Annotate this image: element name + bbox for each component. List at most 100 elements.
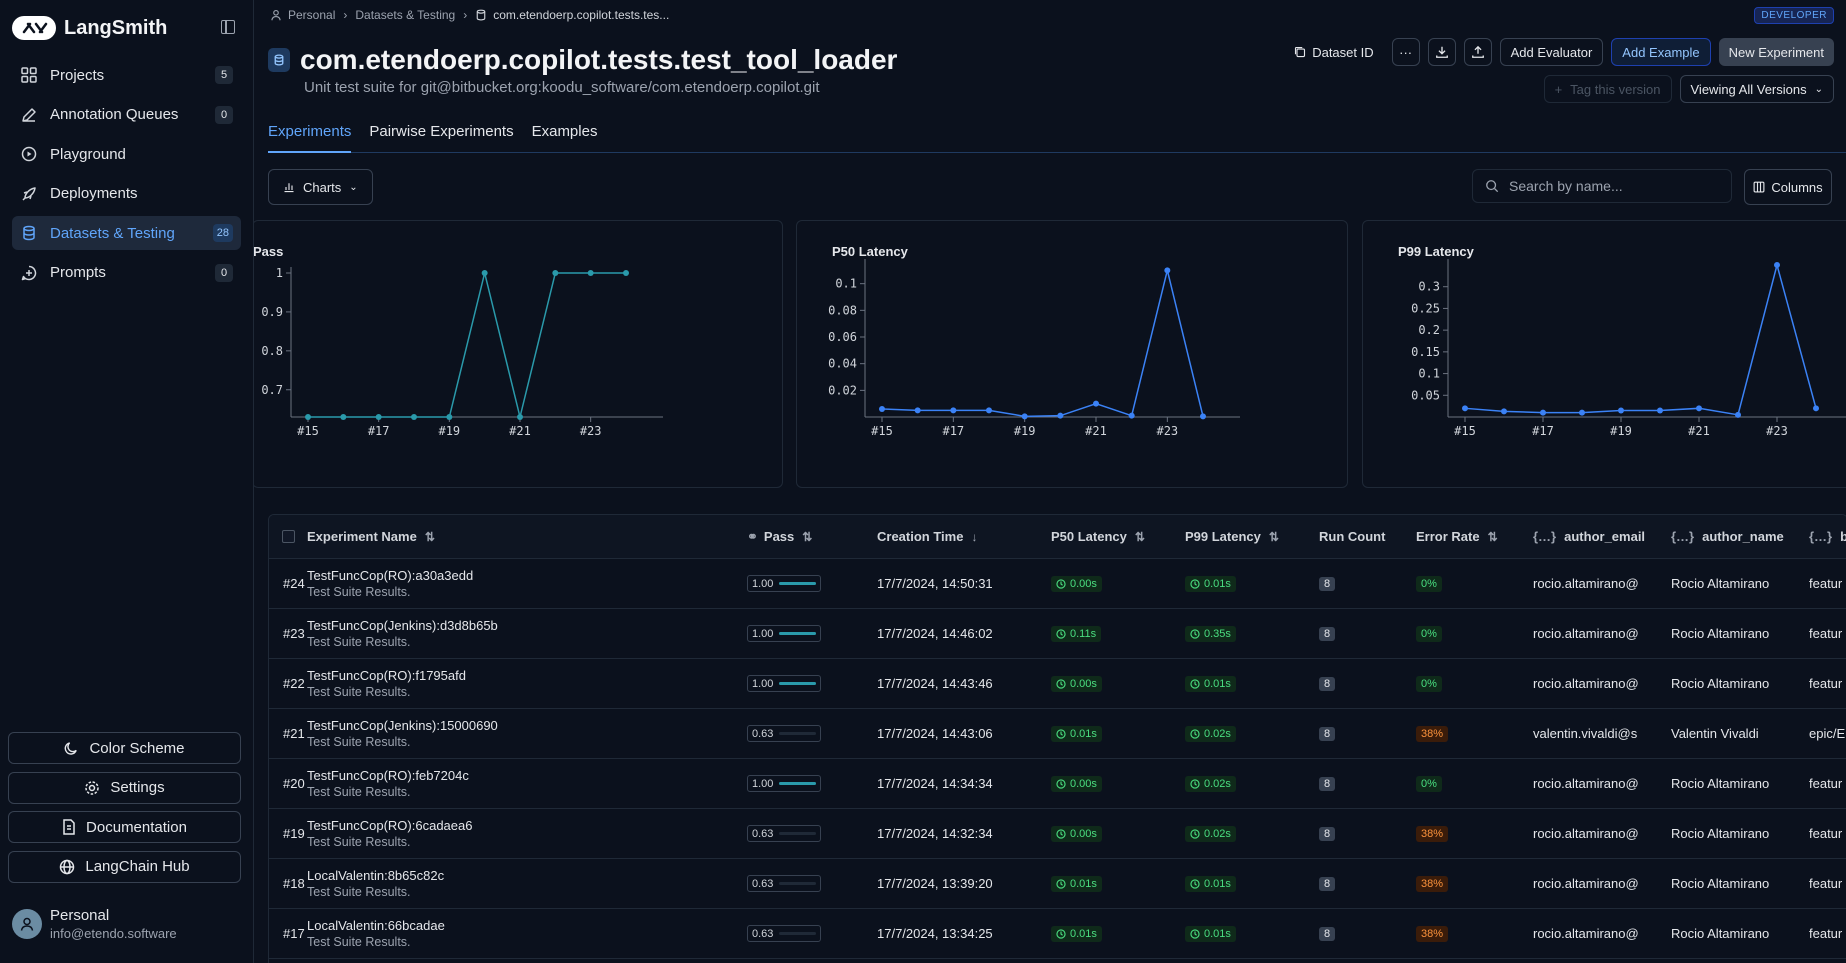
experiment-name-link[interactable]: LocalValentin:8b65c82c [307, 868, 444, 883]
columns-button[interactable]: Columns [1744, 169, 1832, 205]
table-row[interactable]: #19 TestFuncCop(RO):6cadaea6 Test Suite … [269, 809, 1846, 859]
data-point[interactable] [552, 270, 559, 276]
documentation-button[interactable]: Documentation [8, 811, 241, 843]
header-experiment-name[interactable]: Experiment Name ⇅ [307, 529, 747, 544]
breadcrumb-datasets[interactable]: Datasets & Testing [355, 8, 455, 22]
header-author-name[interactable]: {…} author_name [1671, 529, 1809, 544]
table-row[interactable]: #22 TestFuncCop(RO):f1795afd Test Suite … [269, 659, 1846, 709]
sort-desc-icon[interactable]: ↓ [971, 530, 977, 544]
tag-version-button[interactable]: + Tag this version [1543, 75, 1672, 103]
data-point[interactable] [1774, 262, 1780, 268]
sidebar-item-playground[interactable]: Playground [12, 137, 241, 171]
data-point[interactable] [623, 270, 629, 276]
experiment-name-link[interactable]: TestFuncCop(Jenkins):d3d8b65b [307, 618, 498, 633]
data-point[interactable] [411, 414, 417, 420]
data-point[interactable] [340, 414, 347, 420]
sort-icon[interactable]: ⇅ [425, 530, 435, 544]
data-point[interactable] [305, 414, 311, 420]
x-tick-label: #17 [942, 424, 964, 438]
sidebar-item-deployments[interactable]: Deployments [12, 177, 241, 211]
header-run-count[interactable]: Run Count [1319, 529, 1416, 544]
header-error-rate[interactable]: Error Rate ⇅ [1416, 529, 1533, 544]
header-branch[interactable]: {…} b [1809, 529, 1846, 544]
charts-toggle-button[interactable]: Charts ⌄ [268, 169, 373, 205]
sort-icon[interactable]: ⇅ [802, 530, 812, 544]
experiment-name-link[interactable]: TestFuncCop(RO):feb7204c [307, 768, 469, 783]
header-p50-latency[interactable]: P50 Latency ⇅ [1051, 529, 1185, 544]
data-point[interactable] [950, 407, 957, 414]
new-experiment-button[interactable]: New Experiment [1718, 38, 1834, 66]
search-input[interactable] [1509, 178, 1719, 194]
sort-icon[interactable]: ⇅ [1488, 530, 1498, 544]
select-all-checkbox[interactable] [281, 530, 295, 543]
header-pass[interactable]: ⚭ Pass ⇅ [747, 529, 877, 545]
data-point[interactable] [1093, 400, 1099, 407]
data-point[interactable] [375, 414, 382, 420]
sidebar-item-label: Playground [50, 145, 126, 163]
table-row[interactable]: #17 LocalValentin:66bcadae Test Suite Re… [269, 909, 1846, 959]
sidebar-item-datasets-testing[interactable]: Datasets & Testing 28 [12, 216, 241, 250]
series-line [881, 270, 1204, 418]
rocket-icon [20, 185, 38, 203]
branch: featur [1809, 826, 1843, 841]
tab-examples[interactable]: Examples [532, 113, 598, 152]
data-point[interactable] [1657, 407, 1663, 414]
table-row[interactable]: #21 TestFuncCop(Jenkins):15000690 Test S… [269, 709, 1846, 759]
user-profile[interactable]: Personal info@etendo.software [12, 907, 177, 941]
data-point[interactable] [1540, 409, 1546, 416]
color-scheme-button[interactable]: Color Scheme [8, 732, 241, 764]
header-creation-time[interactable]: Creation Time ↓ [877, 529, 1051, 544]
sidebar-item-projects[interactable]: Projects 5 [12, 58, 241, 92]
data-point[interactable] [1696, 405, 1702, 412]
dataset-id-button[interactable]: Dataset ID [1284, 38, 1383, 66]
sidebar-item-prompts[interactable]: Prompts 0 [12, 256, 241, 290]
data-point[interactable] [914, 407, 921, 414]
add-example-button[interactable]: Add Example [1611, 38, 1711, 66]
data-point[interactable] [1021, 413, 1028, 420]
data-point[interactable] [1057, 412, 1064, 419]
data-point[interactable] [517, 414, 523, 420]
add-evaluator-button[interactable]: Add Evaluator [1499, 38, 1604, 66]
settings-button[interactable]: Settings [8, 771, 241, 804]
tab-pairwise-experiments[interactable]: Pairwise Experiments [369, 113, 513, 152]
table-row[interactable]: #23 TestFuncCop(Jenkins):d3d8b65b Test S… [269, 609, 1846, 659]
upload-button[interactable] [1463, 38, 1492, 66]
experiment-name-link[interactable]: TestFuncCop(RO):f1795afd [307, 668, 466, 683]
header-p99-latency[interactable]: P99 Latency ⇅ [1185, 529, 1319, 544]
data-point[interactable] [879, 406, 885, 412]
experiment-name-link[interactable]: TestFuncCop(Jenkins):15000690 [307, 718, 498, 733]
data-point[interactable] [1462, 405, 1468, 412]
data-point[interactable] [481, 270, 488, 276]
data-point[interactable] [1200, 413, 1206, 420]
data-point[interactable] [1164, 267, 1171, 274]
sort-icon[interactable]: ⇅ [1135, 530, 1145, 544]
data-point[interactable] [1579, 409, 1585, 416]
breadcrumb-personal[interactable]: Personal [288, 8, 335, 22]
data-point[interactable] [446, 414, 453, 420]
sidebar-item-annotation-queues[interactable]: Annotation Queues 0 [12, 98, 241, 132]
download-button[interactable] [1427, 38, 1456, 66]
data-point[interactable] [1735, 411, 1741, 418]
tab-experiments[interactable]: Experiments [268, 113, 352, 153]
data-point[interactable] [587, 270, 594, 276]
experiment-name-link[interactable]: LocalValentin:66bcadae [307, 918, 445, 933]
experiment-name-link[interactable]: TestFuncCop(RO):6cadaea6 [307, 818, 472, 833]
data-point[interactable] [1128, 412, 1135, 419]
langsmith-logo-icon[interactable] [12, 16, 56, 40]
data-point[interactable] [1813, 405, 1819, 412]
sidebar-collapse-icon[interactable] [221, 20, 235, 34]
data-point[interactable] [1501, 408, 1507, 415]
table-row[interactable]: #20 TestFuncCop(RO):feb7204c Test Suite … [269, 759, 1846, 809]
table-row[interactable]: #18 LocalValentin:8b65c82c Test Suite Re… [269, 859, 1846, 909]
sort-icon[interactable]: ⇅ [1269, 530, 1279, 544]
data-point[interactable] [1618, 407, 1624, 414]
more-options-button[interactable]: ··· [1391, 38, 1420, 66]
version-select[interactable]: Viewing All Versions ⌄ [1679, 75, 1834, 103]
langchain-hub-button[interactable]: LangChain Hub [8, 850, 241, 883]
moon-icon [64, 741, 79, 756]
table-row[interactable]: #24 TestFuncCop(RO):a30a3edd Test Suite … [269, 559, 1846, 609]
branch: featur [1809, 626, 1843, 641]
experiment-name-link[interactable]: TestFuncCop(RO):a30a3edd [307, 568, 473, 583]
data-point[interactable] [986, 407, 992, 414]
header-author-email[interactable]: {…} author_email [1533, 529, 1671, 544]
